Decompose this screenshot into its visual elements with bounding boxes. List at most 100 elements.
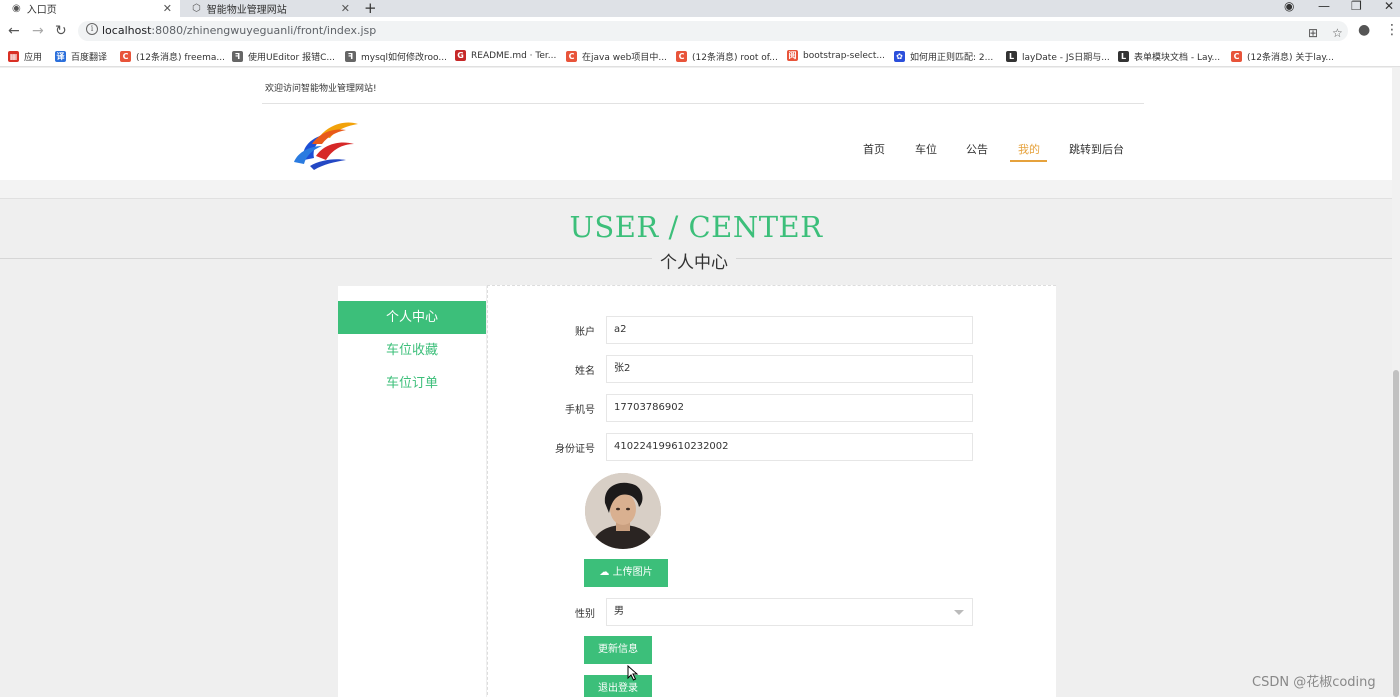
browser-tab[interactable]: ⬡ 智能物业管理网站 ✕ xyxy=(180,0,358,17)
bookmark-favicon-icon: L xyxy=(1006,51,1017,62)
bookmarks-bar: ▦ 应用 译百度翻译 C (12条消息) freema... ꟻ 使用UEditor 报错C… xyxy=(0,45,1400,67)
shield-icon: ⬡ xyxy=(192,3,201,14)
bookmark-favicon-icon: C xyxy=(1231,51,1242,62)
gender-select[interactable]: 男 xyxy=(606,598,973,626)
page-scrollbar[interactable] xyxy=(1392,68,1400,697)
sidebar-item-profile[interactable]: 个人中心 xyxy=(338,301,486,334)
bookmark-item[interactable]: C (12条消息) freema... xyxy=(120,50,225,63)
bookmark-label: layDate - JS日期与... xyxy=(1022,53,1110,63)
minimize-button[interactable]: — xyxy=(1318,0,1330,13)
bookmark-favicon-icon: G xyxy=(455,50,466,61)
url-text: localhost:8080/zhinengwuyeguanli/front/i… xyxy=(102,24,376,37)
section-title-en: USER / CENTER xyxy=(569,210,823,244)
upload-image-label: 上传图片 xyxy=(612,567,653,578)
welcome-text: 欢迎访问智能物业管理网站! xyxy=(265,84,377,94)
reload-icon[interactable]: ↻ xyxy=(55,23,67,39)
header-strip xyxy=(0,180,1400,198)
nav-notice[interactable]: 公告 xyxy=(966,141,988,157)
bookmark-label: 如何用正则匹配: 2... xyxy=(910,53,994,63)
bookmark-item[interactable]: 阅 bootstrap-select... xyxy=(787,50,885,61)
bookmark-label: 在java web项目中... xyxy=(582,53,667,63)
bookmark-item[interactable]: C 在java web项目中... xyxy=(566,50,667,63)
bookmark-item[interactable]: ꟻ 使用UEditor 报错C... xyxy=(232,50,335,63)
bookmark-favicon-icon: C xyxy=(676,51,687,62)
bookmark-label: 百度翻译 xyxy=(71,53,108,63)
bookmark-label: bootstrap-select... xyxy=(803,50,885,61)
url-input[interactable]: i localhost:8080/zhinengwuyeguanli/front… xyxy=(78,21,1348,41)
bookmark-star-icon[interactable]: ☆ xyxy=(1332,26,1343,40)
site-info-icon[interactable]: i xyxy=(86,23,98,35)
bookmark-item[interactable]: 译百度翻译 xyxy=(55,50,107,63)
url-path: :8080/zhinengwuyeguanli/front/index.jsp xyxy=(151,24,377,37)
bookmark-item[interactable]: LlayDate - JS日期与... xyxy=(1006,50,1110,63)
account-field[interactable]: a2 xyxy=(606,316,973,344)
section-title-cn: 个人中心 xyxy=(652,248,736,273)
forward-icon[interactable]: → xyxy=(32,23,44,39)
bookmark-label: 使用UEditor 报错C... xyxy=(248,53,335,63)
name-field[interactable]: 张2 xyxy=(606,355,973,383)
avatar xyxy=(585,473,661,549)
profile-icon[interactable]: ● xyxy=(1358,22,1370,38)
strip-divider xyxy=(0,198,1400,199)
upload-image-button[interactable]: ☁ 上传图片 xyxy=(584,559,668,587)
logout-button[interactable]: 退出登录 xyxy=(584,675,652,697)
close-tab-icon[interactable]: ✕ xyxy=(163,2,172,15)
idcard-label: 身份证号 xyxy=(555,444,595,455)
bookmark-favicon-icon: ꟻ xyxy=(345,51,356,62)
nav-home[interactable]: 首页 xyxy=(863,141,885,157)
nav-admin[interactable]: 跳转到后台 xyxy=(1069,141,1124,157)
url-host: localhost xyxy=(102,24,152,37)
sidebar-item-favorites[interactable]: 车位收藏 xyxy=(338,334,486,367)
name-label: 姓名 xyxy=(575,366,595,377)
bookmark-item[interactable]: C (12条消息) 关于lay... xyxy=(1231,50,1334,63)
bookmark-favicon-icon: ꟻ xyxy=(232,51,243,62)
bookmark-label: README.md · Ter... xyxy=(471,50,557,61)
restore-button[interactable]: ❐ xyxy=(1351,0,1362,13)
bookmark-label: (12条消息) freema... xyxy=(136,53,225,63)
account-label: 账户 xyxy=(575,327,595,338)
header-divider xyxy=(262,103,1144,104)
bookmark-favicon-icon: ▦ xyxy=(8,51,19,62)
profile-form: 账户 a2 姓名 张2 手机号 17703786902 身份证号 4102241… xyxy=(487,285,1056,697)
menu-icon[interactable]: ⋮ xyxy=(1385,22,1399,38)
scrollbar-thumb[interactable] xyxy=(1393,370,1399,697)
close-window-button[interactable]: ✕ xyxy=(1384,0,1394,13)
bookmark-item[interactable]: ▦ 应用 xyxy=(8,50,42,63)
address-bar-row: ← → ↻ i localhost:8080/zhinengwuyeguanli… xyxy=(0,17,1400,45)
browser-tab-active[interactable]: ◉ 入口页 ✕ xyxy=(0,0,180,17)
sidebar-item-orders[interactable]: 车位订单 xyxy=(338,367,486,400)
gender-selected-value: 男 xyxy=(614,606,624,617)
nav-parking[interactable]: 车位 xyxy=(915,141,937,157)
tab-title: 智能物业管理网站 xyxy=(206,5,287,16)
bookmark-item[interactable]: L 表单模块文档 - Lay... xyxy=(1118,50,1220,63)
tab-search-icon[interactable]: ◉ xyxy=(1284,0,1294,13)
globe-icon: ◉ xyxy=(12,3,21,14)
close-tab-icon[interactable]: ✕ xyxy=(341,2,350,15)
new-tab-button[interactable]: + xyxy=(364,0,377,17)
bookmark-favicon-icon: 译 xyxy=(55,51,66,62)
bookmark-favicon-icon: L xyxy=(1118,51,1129,62)
phone-field[interactable]: 17703786902 xyxy=(606,394,973,422)
gender-label: 性别 xyxy=(575,609,595,620)
update-info-button[interactable]: 更新信息 xyxy=(584,636,652,664)
bookmark-item[interactable]: ✿ 如何用正则匹配: 2... xyxy=(894,50,993,63)
idcard-field[interactable]: 410224199610232002 xyxy=(606,433,973,461)
bookmark-item[interactable]: C (12条消息) root of... xyxy=(676,50,778,63)
tab-title: 入口页 xyxy=(26,5,57,16)
chevron-down-icon xyxy=(954,610,964,615)
back-icon[interactable]: ← xyxy=(8,23,20,39)
watermark: CSDN @花椒coding xyxy=(1252,675,1376,690)
bookmark-label: 应用 xyxy=(24,53,43,63)
bookmark-label: (12条消息) root of... xyxy=(692,53,778,63)
site-logo[interactable] xyxy=(290,116,362,170)
translate-icon[interactable]: ⊞ xyxy=(1308,26,1318,40)
bookmark-favicon-icon: C xyxy=(120,51,131,62)
avatar-photo xyxy=(585,473,661,549)
bookmark-item[interactable]: ꟻ mysql如何修改roo... xyxy=(345,50,447,63)
bookmark-item[interactable]: G README.md · Ter... xyxy=(455,50,556,61)
nav-active-indicator xyxy=(1010,160,1047,162)
bookmark-label: mysql如何修改roo... xyxy=(361,53,447,63)
user-sidebar: 个人中心 车位收藏 车位订单 xyxy=(338,286,486,697)
bookmark-label: (12条消息) 关于lay... xyxy=(1247,53,1334,63)
nav-mine[interactable]: 我的 xyxy=(1018,141,1040,157)
